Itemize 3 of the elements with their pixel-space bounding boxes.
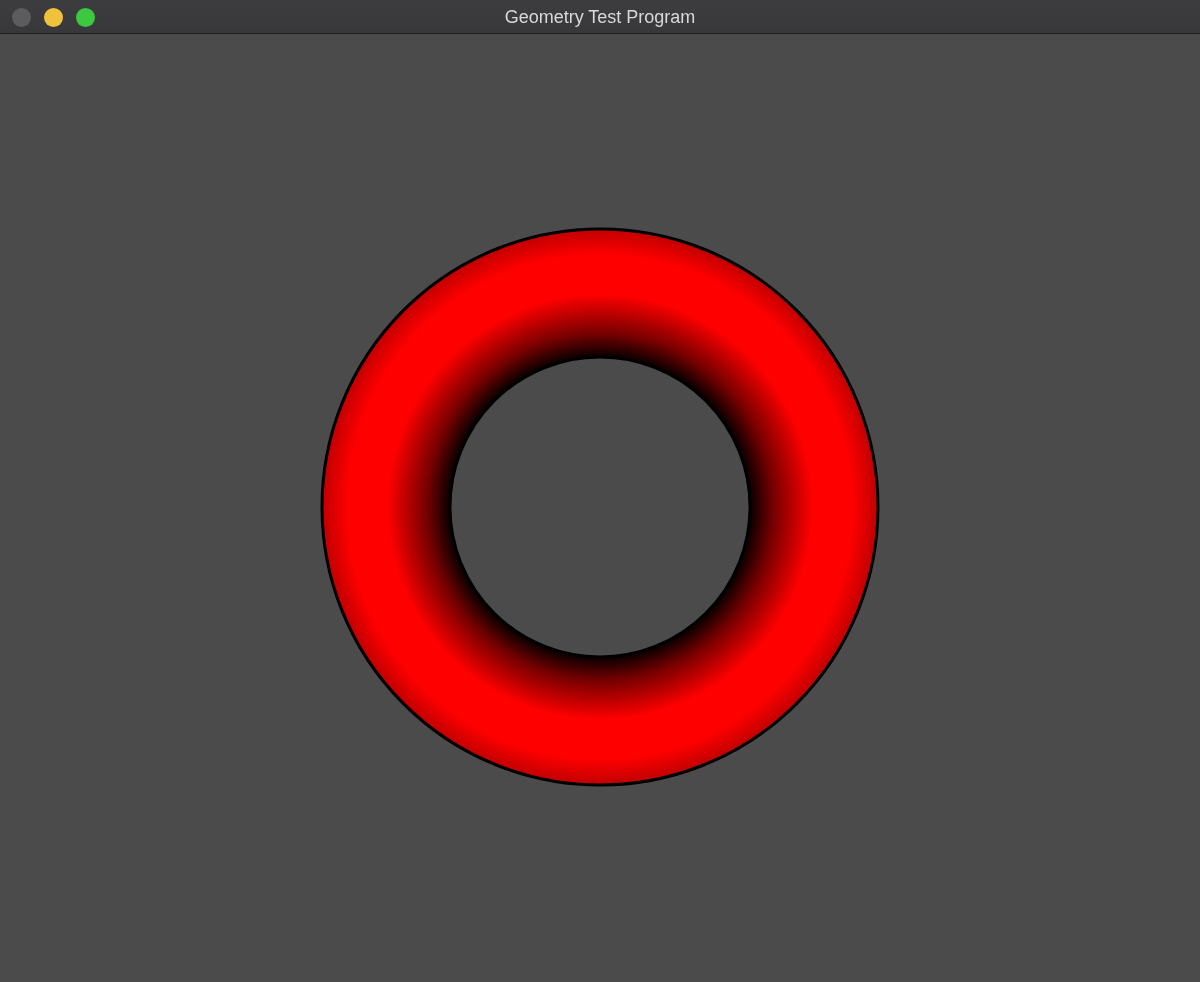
minimize-button[interactable] xyxy=(44,8,63,27)
window-title: Geometry Test Program xyxy=(504,6,696,29)
zoom-button[interactable] xyxy=(76,8,95,27)
